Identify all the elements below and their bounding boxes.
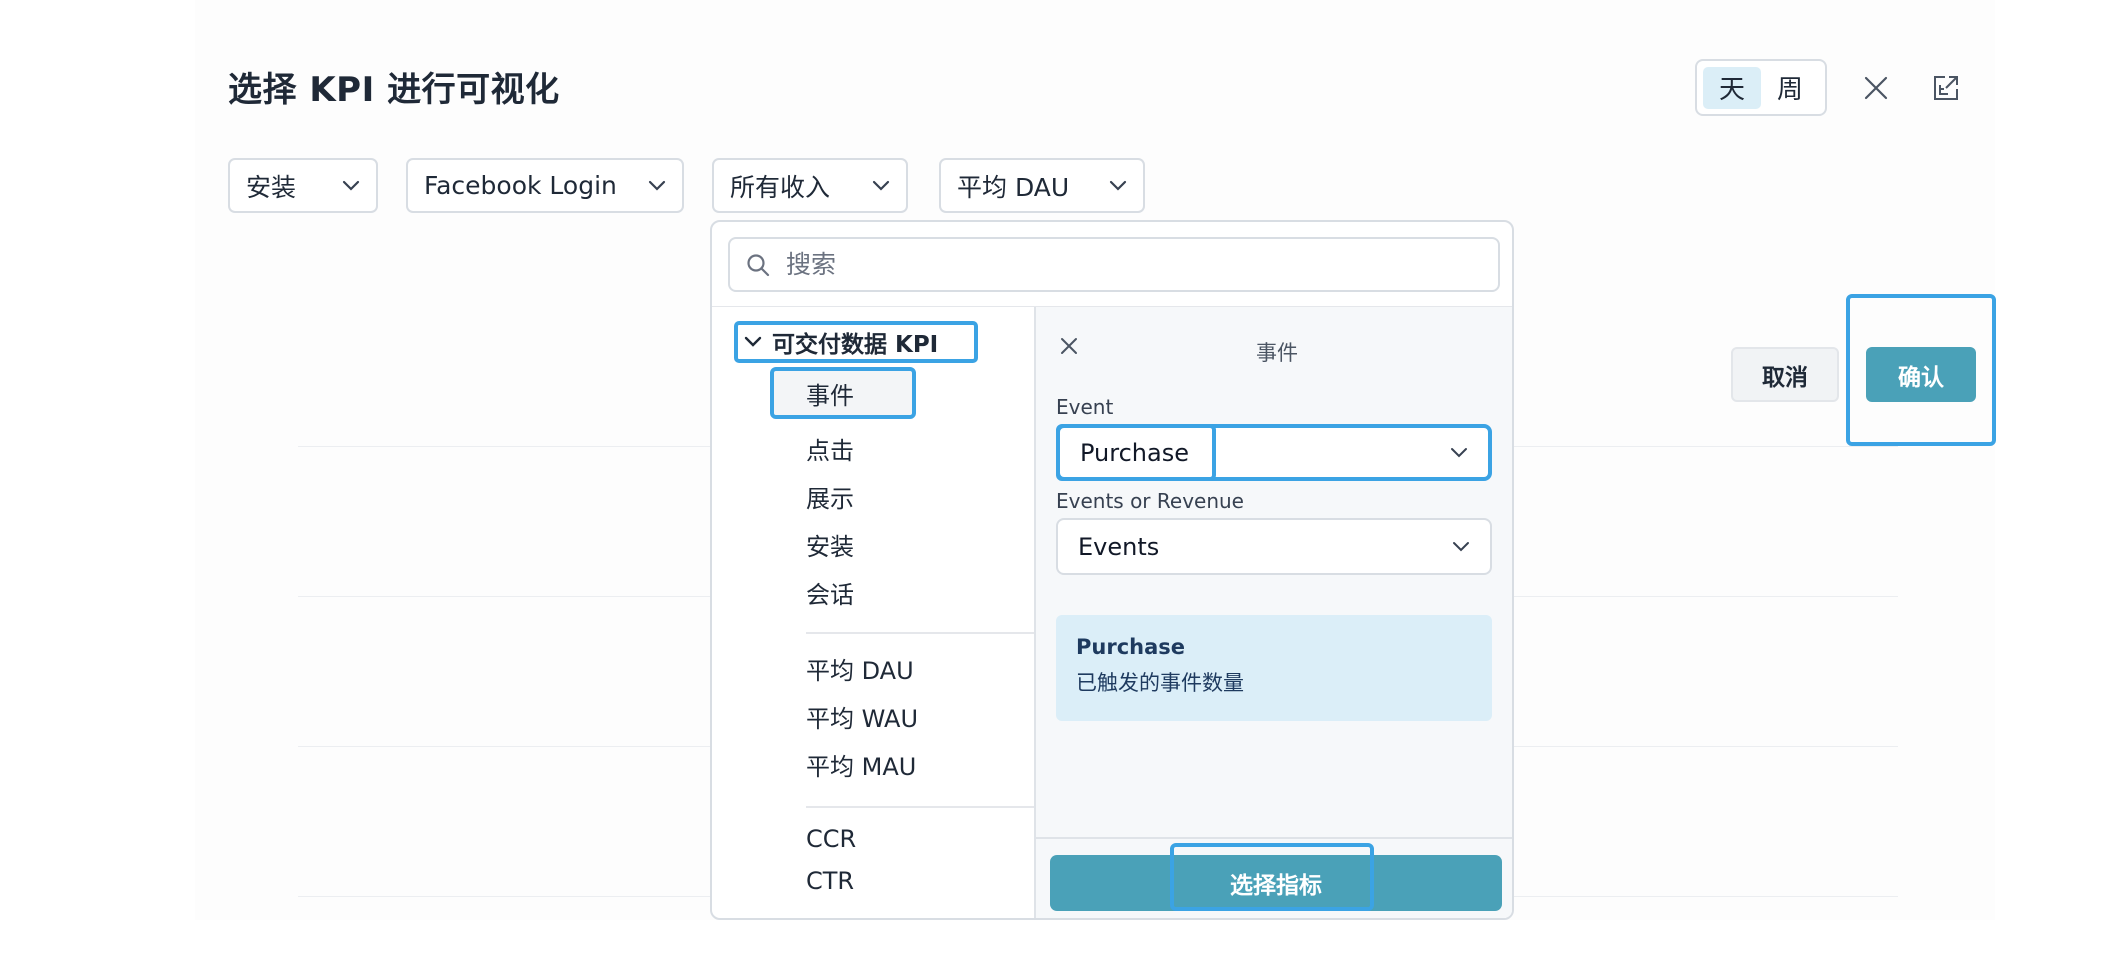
toggle-week[interactable]: 周	[1761, 67, 1819, 109]
kpi-list: 可交付数据 KPI 事件 点击 展示 安装 会话 平均 DAU 平均 WAU 平…	[712, 307, 1034, 918]
highlight-box	[1056, 424, 1216, 481]
chevron-down-icon	[872, 180, 890, 191]
cancel-button[interactable]: 取消	[1731, 347, 1839, 402]
kpi-item-avg-wau[interactable]: 平均 WAU	[806, 699, 918, 734]
page-title: 选择 KPI 进行可视化	[228, 70, 560, 110]
kpi-item-click[interactable]: 点击	[806, 431, 854, 466]
chevron-down-icon	[342, 180, 360, 191]
event-info-box: Purchase 已触发的事件数量	[1056, 615, 1492, 721]
close-icon[interactable]	[1060, 337, 1078, 359]
toggle-day[interactable]: 天	[1703, 66, 1761, 109]
kpi-group-label: 可交付数据 KPI	[772, 332, 939, 358]
kpi-item-impression[interactable]: 展示	[806, 479, 854, 514]
kpi-item-label: 事件	[806, 381, 854, 410]
search-box	[728, 237, 1500, 292]
search-input[interactable]	[786, 250, 1436, 279]
kpi-item-avg-mau[interactable]: 平均 MAU	[806, 747, 916, 782]
filter-dropdown-install[interactable]: 安装	[228, 158, 378, 213]
close-icon[interactable]	[1858, 70, 1894, 106]
event-config-panel: 事件 Event Purchase Events or Revenue Even…	[1034, 307, 1512, 918]
divider	[1036, 837, 1512, 839]
search-icon	[747, 253, 770, 276]
info-description: 已触发的事件数量	[1076, 671, 1244, 695]
divider	[806, 632, 1034, 634]
filter-label: 安装	[246, 172, 297, 202]
chevron-down-icon	[1109, 180, 1127, 191]
export-icon[interactable]	[1926, 68, 1966, 108]
highlight-box	[1170, 843, 1374, 911]
mode-select-value: Events	[1078, 532, 1160, 561]
panel-title: 事件	[1256, 341, 1298, 365]
mode-label: Events or Revenue	[1056, 489, 1244, 513]
filter-dropdown-campaign[interactable]: Facebook Login	[406, 158, 684, 213]
info-title: Purchase	[1076, 635, 1186, 659]
filter-label: Facebook Login	[424, 171, 617, 200]
kpi-item-install[interactable]: 安装	[806, 527, 854, 562]
period-toggle: 天 周	[1695, 59, 1827, 116]
kpi-item-ctr[interactable]: CTR	[806, 867, 854, 895]
filter-label: 平均 DAU	[957, 172, 1070, 202]
kpi-item-avg-dau[interactable]: 平均 DAU	[806, 651, 914, 686]
kpi-picker-popover: 可交付数据 KPI 事件 点击 展示 安装 会话 平均 DAU 平均 WAU 平…	[710, 220, 1514, 920]
kpi-group-deliverable[interactable]: 可交付数据 KPI	[734, 321, 978, 363]
chevron-down-icon	[648, 180, 666, 191]
kpi-item-session[interactable]: 会话	[806, 575, 854, 610]
kpi-item-event[interactable]: 事件	[770, 367, 916, 419]
chevron-down-icon	[1451, 447, 1467, 457]
filter-label: 所有收入	[730, 172, 831, 202]
mode-select[interactable]: Events	[1056, 518, 1492, 575]
filter-dropdown-revenue[interactable]: 所有收入	[712, 158, 908, 213]
kpi-item-ccr[interactable]: CCR	[806, 825, 856, 853]
chevron-down-icon	[1453, 541, 1469, 551]
select-metric-button[interactable]: 选择指标	[1050, 843, 1502, 911]
filter-dropdown-kpi[interactable]: 平均 DAU	[939, 158, 1145, 213]
chevron-down-icon	[744, 336, 762, 348]
event-label: Event	[1056, 395, 1114, 419]
confirm-button[interactable]: 确认	[1866, 347, 1976, 402]
divider	[806, 806, 1034, 808]
event-select[interactable]: Purchase	[1056, 424, 1492, 481]
